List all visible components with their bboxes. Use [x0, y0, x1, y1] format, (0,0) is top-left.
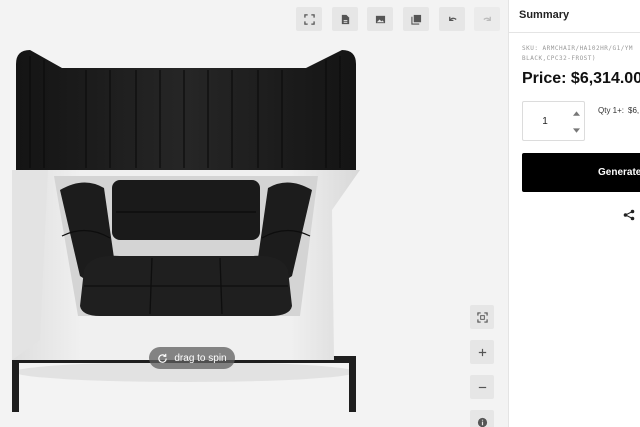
quantity-decrease-button[interactable] — [568, 121, 584, 139]
tier-pricing: Qty 1+: $6, — [598, 106, 639, 115]
quantity-input[interactable]: 1 — [523, 102, 567, 142]
fit-view-icon — [476, 311, 488, 323]
document-icon — [341, 14, 349, 24]
zoom-in-button[interactable] — [470, 340, 494, 364]
sku-text: SKU: ARMCHAIR/HA102HR/G1/YM BLACK,CPC32-… — [522, 44, 640, 64]
chevron-up-icon — [572, 110, 580, 116]
gallery-button[interactable] — [403, 7, 429, 31]
divider — [509, 32, 640, 33]
spin-label: drag to spin — [174, 352, 227, 364]
redo-icon — [482, 16, 491, 21]
sku-line-1: SKU: ARMCHAIR/HA102HR/G1/YM — [522, 45, 634, 52]
gallery-icon — [410, 14, 421, 25]
price: Price: $6,314.00 — [522, 70, 640, 87]
undo-icon — [448, 16, 457, 21]
chevron-down-icon — [572, 127, 580, 133]
tier-price: $6, — [628, 106, 640, 115]
fullscreen-icon — [303, 13, 315, 25]
redo-button[interactable] — [474, 7, 500, 31]
undo-button[interactable] — [439, 7, 465, 31]
generate-button[interactable]: Generate — [522, 153, 640, 192]
image-icon — [375, 15, 385, 23]
share-icon[interactable] — [623, 209, 635, 221]
info-icon — [477, 417, 487, 427]
info-button[interactable] — [470, 410, 494, 427]
product-viewer[interactable]: drag to spin — [0, 0, 508, 427]
fullscreen-button[interactable] — [296, 7, 322, 31]
summary-title: Summary — [519, 9, 570, 21]
zoom-out-icon — [478, 386, 486, 388]
rotate-icon — [158, 353, 168, 363]
sku-line-2: BLACK,CPC32-FROST) — [522, 55, 597, 62]
quantity-increase-button[interactable] — [568, 104, 584, 122]
quantity-stepper[interactable]: 1 — [522, 101, 585, 141]
zoom-out-button[interactable] — [470, 375, 494, 399]
document-button[interactable] — [332, 7, 358, 31]
drag-to-spin-hint[interactable]: drag to spin — [149, 347, 235, 369]
zoom-in-icon — [478, 348, 486, 356]
summary-panel: Summary SKU: ARMCHAIR/HA102HR/G1/YM BLAC… — [508, 0, 640, 427]
fit-view-button[interactable] — [470, 305, 494, 329]
tier-label: Qty 1+: — [598, 106, 625, 115]
image-button[interactable] — [367, 7, 393, 31]
